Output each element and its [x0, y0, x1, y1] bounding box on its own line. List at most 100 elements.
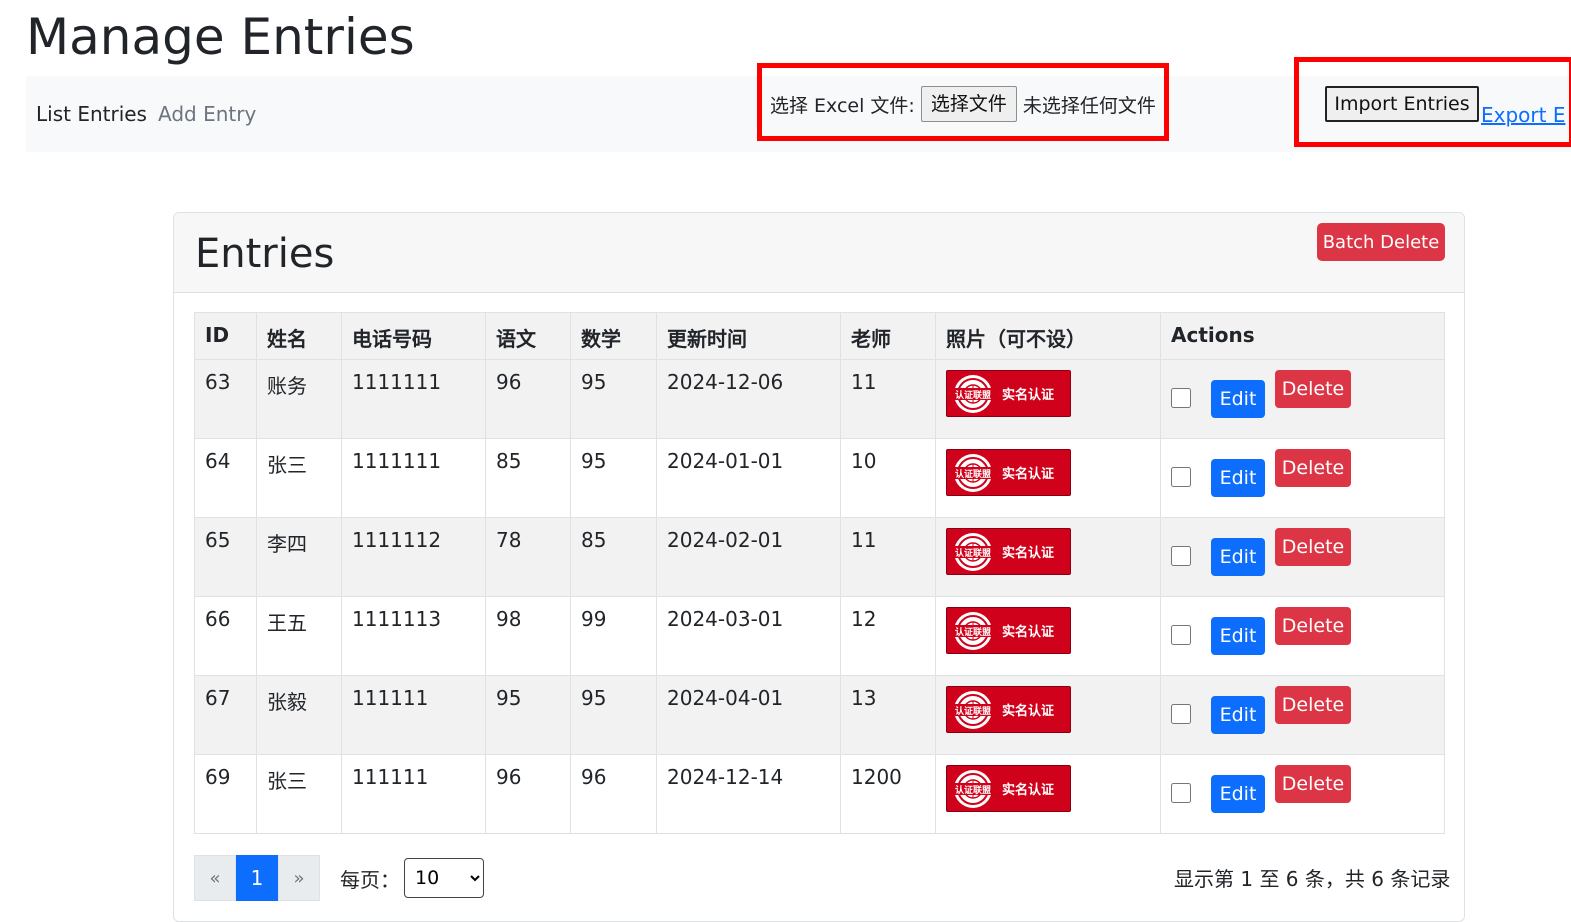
badge-text: 实名认证: [1002, 704, 1055, 719]
cell-updated: 2024-03-01: [656, 596, 841, 676]
file-status-text: 未选择任何文件: [1022, 94, 1156, 117]
cell-teacher: 11: [840, 359, 936, 439]
table-row: 67 张毅 111111 95 95 2024-04-01 13 认证联盟 实名…: [194, 675, 1445, 755]
cell-actions: Edit Delete: [1160, 754, 1445, 834]
cell-teacher: 10: [840, 438, 936, 518]
edit-button[interactable]: Edit: [1211, 380, 1265, 418]
row-select-checkbox[interactable]: [1171, 467, 1191, 487]
cell-id: 67: [194, 675, 257, 755]
seal-icon: 认证联盟: [952, 374, 994, 413]
cell-math: 95: [570, 438, 657, 518]
row-actions: Edit Delete: [1171, 449, 1434, 517]
seal-icon: 认证联盟: [952, 690, 994, 729]
seal-text: 认证联盟: [955, 547, 991, 559]
column-header: Actions: [1160, 312, 1445, 360]
per-page-label: 每页：: [340, 867, 400, 892]
cell-updated: 2024-02-01: [656, 517, 841, 597]
cell-actions: Edit Delete: [1160, 675, 1445, 755]
table-row: 63 账务 1111111 96 95 2024-12-06 11 认证联盟 实…: [194, 359, 1445, 439]
table-header-row: ID 姓名 电话号码 语文 数学 更新时间 老师 照片（可不设） Actions: [194, 312, 1445, 360]
delete-button[interactable]: Delete: [1275, 528, 1351, 566]
card-title: Entries: [195, 231, 335, 277]
cell-photo: 认证联盟 实名认证: [935, 754, 1161, 834]
badge-text: 实名认证: [1002, 467, 1055, 482]
delete-button[interactable]: Delete: [1275, 765, 1351, 803]
card-header: Entries Batch Delete: [174, 213, 1464, 293]
seal-icon: 认证联盟: [952, 769, 994, 808]
column-header: 数学: [570, 312, 657, 360]
verified-badge-image: 认证联盟 实名认证: [946, 686, 1071, 733]
cell-math: 96: [570, 754, 657, 834]
row-select-checkbox[interactable]: [1171, 625, 1191, 645]
cell-math: 85: [570, 517, 657, 597]
cell-phone: 1111113: [341, 596, 486, 676]
column-header: 语文: [485, 312, 571, 360]
page-title: Manage Entries: [26, 8, 415, 66]
edit-button[interactable]: Edit: [1211, 617, 1265, 655]
excel-file-form: 选择 Excel 文件: 选择文件 未选择任何文件: [770, 86, 1156, 122]
cell-actions: Edit Delete: [1160, 359, 1445, 439]
badge-text: 实名认证: [1002, 783, 1055, 798]
cell-teacher: 11: [840, 517, 936, 597]
per-page-control: 每页： 10: [340, 858, 484, 898]
table-row: 66 王五 1111113 98 99 2024-03-01 12 认证联盟 实…: [194, 596, 1445, 676]
next-page-button[interactable]: »: [278, 855, 320, 901]
nav-list-entries[interactable]: List Entries: [36, 102, 147, 126]
cell-actions: Edit Delete: [1160, 517, 1445, 597]
row-select-checkbox[interactable]: [1171, 704, 1191, 724]
page-1-button[interactable]: 1: [236, 855, 278, 901]
cell-photo: 认证联盟 实名认证: [935, 675, 1161, 755]
column-header: ID: [194, 312, 257, 360]
cell-name: 张三: [256, 438, 342, 518]
edit-button[interactable]: Edit: [1211, 538, 1265, 576]
cell-chinese: 78: [485, 517, 571, 597]
edit-button[interactable]: Edit: [1211, 696, 1265, 734]
cell-updated: 2024-12-06: [656, 359, 841, 439]
row-actions: Edit Delete: [1171, 607, 1434, 675]
cell-updated: 2024-01-01: [656, 438, 841, 518]
delete-button[interactable]: Delete: [1275, 686, 1351, 724]
delete-button[interactable]: Delete: [1275, 370, 1351, 408]
seal-text: 认证联盟: [955, 784, 991, 796]
delete-button[interactable]: Delete: [1275, 607, 1351, 645]
edit-button[interactable]: Edit: [1211, 459, 1265, 497]
column-header: 更新时间: [656, 312, 841, 360]
verified-badge-image: 认证联盟 实名认证: [946, 370, 1071, 417]
verified-badge-image: 认证联盟 实名认证: [946, 765, 1071, 812]
prev-page-button[interactable]: «: [194, 855, 236, 901]
cell-id: 63: [194, 359, 257, 439]
delete-button[interactable]: Delete: [1275, 449, 1351, 487]
table-row: 65 李四 1111112 78 85 2024-02-01 11 认证联盟 实…: [194, 517, 1445, 597]
choose-file-button[interactable]: 选择文件: [920, 86, 1017, 122]
cell-teacher: 13: [840, 675, 936, 755]
cell-chinese: 98: [485, 596, 571, 676]
verified-badge-image: 认证联盟 实名认证: [946, 528, 1071, 575]
seal-text: 认证联盟: [955, 468, 991, 480]
cell-math: 95: [570, 359, 657, 439]
batch-delete-button[interactable]: Batch Delete: [1317, 223, 1445, 261]
cell-name: 账务: [256, 359, 342, 439]
export-entries-link[interactable]: Export E: [1481, 102, 1571, 128]
cell-id: 66: [194, 596, 257, 676]
cell-chinese: 96: [485, 359, 571, 439]
cell-name: 张毅: [256, 675, 342, 755]
per-page-select[interactable]: 10: [404, 858, 484, 898]
row-select-checkbox[interactable]: [1171, 546, 1191, 566]
seal-icon: 认证联盟: [952, 532, 994, 571]
cell-phone: 1111112: [341, 517, 486, 597]
seal-icon: 认证联盟: [952, 453, 994, 492]
row-select-checkbox[interactable]: [1171, 783, 1191, 803]
cell-name: 王五: [256, 596, 342, 676]
table-row: 64 张三 1111111 85 95 2024-01-01 10 认证联盟 实…: [194, 438, 1445, 518]
cell-phone: 1111111: [341, 438, 486, 518]
cell-phone: 1111111: [341, 359, 486, 439]
column-header: 照片（可不设）: [935, 312, 1161, 360]
import-entries-button[interactable]: Import Entries: [1325, 86, 1479, 122]
edit-button[interactable]: Edit: [1211, 775, 1265, 813]
nav-add-entry[interactable]: Add Entry: [158, 102, 256, 126]
file-input-label: 选择 Excel 文件:: [770, 94, 915, 117]
column-header: 老师: [840, 312, 936, 360]
cell-chinese: 95: [485, 675, 571, 755]
seal-text: 认证联盟: [955, 389, 991, 401]
row-select-checkbox[interactable]: [1171, 388, 1191, 408]
